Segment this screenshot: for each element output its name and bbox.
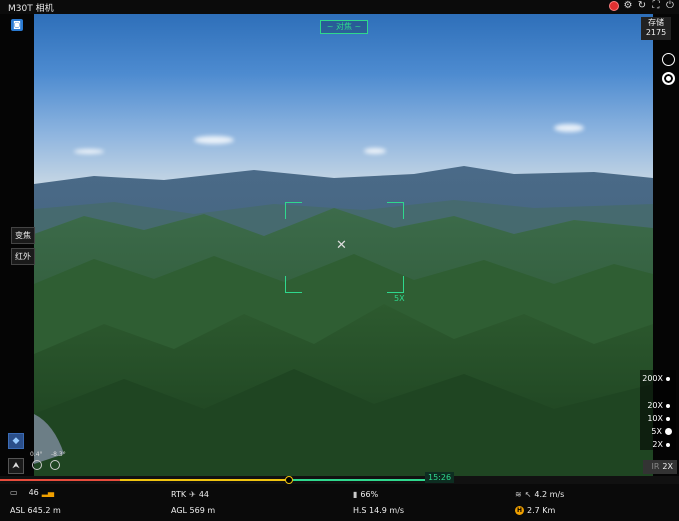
rtk-status: RTK ✈ 44	[171, 490, 209, 499]
home-point-icon: H	[515, 506, 524, 515]
zoom-level-10x[interactable]: 10X	[647, 414, 670, 423]
storage-label: 存储	[648, 18, 664, 27]
camera-viewport[interactable]: ✕	[34, 14, 653, 480]
cloud	[74, 149, 104, 154]
remote-controller-icon: ▭	[10, 488, 18, 497]
top-icons: ⚙ ↻ ⛶ ⏻	[609, 1, 675, 11]
zoom-mode-button[interactable]: 变焦	[11, 227, 35, 244]
refresh-icon[interactable]: ↻	[637, 1, 647, 11]
rtk-value: 44	[198, 490, 209, 499]
rtk-label: RTK	[171, 490, 187, 499]
gimbal-left-angle: 0.4°	[30, 451, 43, 458]
shutter-button-icon[interactable]	[662, 72, 675, 85]
battery-status: ▮ 66%	[353, 490, 378, 499]
wind-status: ≋ ↖ 4.2 m/s	[515, 490, 564, 499]
signal-bars-icon: ▂▄	[41, 488, 55, 497]
reticle-zoom-text: 5X	[394, 294, 405, 303]
camera-icon[interactable]: ◙	[11, 19, 23, 31]
navigation-diamond-icon[interactable]: ◆	[8, 433, 24, 449]
hspeed-readout: H.S 14.9 m/s	[353, 506, 405, 515]
satellite-icon: ✈	[189, 490, 196, 499]
asl-readout: ASL 645.2 m	[10, 506, 61, 515]
left-rail	[0, 14, 34, 480]
settings-gear-icon[interactable]: ⚙	[623, 1, 633, 11]
crosshair-icon: ✕	[336, 238, 347, 253]
gimbal-pitch-icon	[50, 460, 60, 470]
home-distance-value: 2.7 Km	[527, 506, 556, 515]
power-icon[interactable]: ⏻	[665, 1, 675, 11]
cloud	[194, 136, 234, 144]
ir-zoom-toggle[interactable]: IR 2X	[643, 460, 677, 474]
zoom-level-panel: 200X 20X 10X 5X 2X	[640, 370, 676, 450]
camera-switch-icon[interactable]	[662, 53, 675, 66]
zoom-level-5x[interactable]: 5X	[651, 427, 672, 436]
focus-label[interactable]: ~ 对焦 ~	[320, 20, 368, 34]
battery-icon: ▮	[353, 490, 358, 499]
cloud	[364, 148, 386, 154]
timeline-time: 15:26	[425, 472, 455, 483]
reticle-corner	[387, 276, 404, 293]
storage-badge[interactable]: 存储 2175	[641, 17, 671, 40]
wind-speed: 4.2 m/s	[534, 490, 565, 499]
battery-value: 66%	[360, 490, 379, 499]
signal-value: 46	[28, 488, 39, 497]
reticle-corner	[285, 276, 302, 293]
reticle-corner	[285, 202, 302, 219]
mountain-terrain	[34, 166, 653, 480]
gimbal-right-angle: -8.3°	[51, 451, 66, 458]
cloud	[554, 124, 584, 132]
timeline-red-segment	[0, 479, 120, 481]
agl-readout: AGL 569 m	[171, 506, 216, 515]
sky	[34, 14, 653, 184]
status-bar: ▭ 46 ▂▄ RTK ✈ 44 ▮ 66% ≋ ↖ 4.2 m/s ASL 6…	[0, 484, 679, 521]
storage-count: 2175	[645, 28, 667, 37]
zoom-level-200x[interactable]: 200X	[642, 374, 670, 383]
reticle-corner	[387, 202, 404, 219]
top-bar: M30T 相机 ⚙ ↻ ⛶ ⏻	[0, 0, 679, 14]
fullscreen-icon[interactable]: ⛶	[651, 1, 661, 11]
ir-mode-button[interactable]: 红外	[11, 248, 35, 265]
timeline-yellow-segment	[120, 479, 290, 481]
camera-title: M30T 相机	[8, 4, 54, 14]
home-distance: H 2.7 Km	[515, 506, 555, 515]
zoom-level-2x[interactable]: 2X	[652, 440, 670, 449]
timeline-marker[interactable]	[285, 476, 293, 484]
record-indicator-icon[interactable]	[609, 1, 619, 11]
wind-icon: ≋	[515, 490, 522, 499]
flight-timeline[interactable]	[0, 476, 679, 484]
zoom-level-20x[interactable]: 20X	[647, 401, 670, 410]
timeline-green-segment	[290, 479, 425, 481]
gimbal-yaw-icon	[32, 460, 42, 470]
wind-direction-icon: ↖	[524, 490, 532, 499]
gimbal-pointer-icon[interactable]: ⮝	[8, 458, 24, 474]
signal-status: ▭ 46 ▂▄	[10, 488, 54, 497]
